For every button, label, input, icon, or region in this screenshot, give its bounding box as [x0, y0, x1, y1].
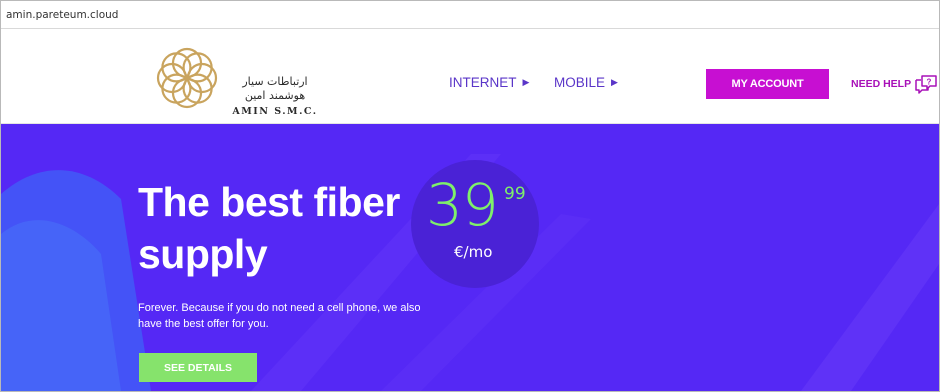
nav-mobile-label: MOBILE: [554, 75, 606, 90]
brand-name-english: AMIN S.M.C.: [232, 106, 318, 117]
my-account-button[interactable]: MY ACCOUNT: [706, 69, 829, 99]
nav-internet-label: INTERNET: [449, 75, 517, 90]
address-bar[interactable]: amin.pareteum.cloud: [1, 1, 939, 29]
site-header: ارتباطات سیار هوشمند امین AMIN S.M.C. IN…: [1, 29, 939, 124]
nav-internet[interactable]: INTERNET ▶: [449, 75, 529, 90]
hero-title-line1: The best fiber: [138, 179, 400, 225]
url-text[interactable]: amin.pareteum.cloud: [6, 9, 118, 21]
brand-name[interactable]: ارتباطات سیار هوشمند امین AMIN S.M.C.: [225, 75, 325, 117]
speech-bubble-question-icon: ?: [915, 75, 937, 94]
hero-title: The best fiber supply: [138, 176, 400, 280]
price-amount: 39: [426, 171, 499, 239]
need-help-label: NEED HELP: [851, 78, 912, 90]
hero-banner: The best fiber supply 39 99 €/mo Forever.…: [1, 124, 939, 391]
hero-description: Forever. Because if you do not need a ce…: [138, 302, 421, 330]
svg-text:?: ?: [927, 78, 932, 87]
see-details-button[interactable]: SEE DETAILS: [139, 353, 257, 382]
caret-right-icon: ▶: [611, 77, 618, 87]
hero-title-line2: supply: [138, 231, 268, 277]
price-cents: 99: [504, 184, 526, 204]
nav-mobile[interactable]: MOBILE ▶: [554, 75, 618, 90]
brand-name-persian: ارتباطات سیار هوشمند امین: [242, 75, 308, 102]
need-help-link[interactable]: NEED HELP ?: [851, 73, 938, 95]
logo-rosette-icon[interactable]: [148, 39, 226, 117]
price-unit: €/mo: [454, 243, 493, 261]
caret-right-icon: ▶: [522, 77, 530, 87]
browser-window: amin.pareteum.cloud ارتباطات سیار هوشمند…: [0, 0, 940, 392]
